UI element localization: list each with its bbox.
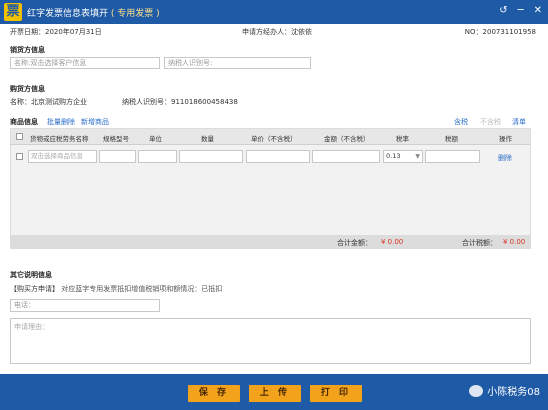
- goods-toolbar: 商品信息 批量删除 新增商品 含税 不含税 清单: [10, 117, 536, 127]
- col-action: 操作: [499, 135, 512, 143]
- col-name: 货物或应税劳务名称: [30, 135, 89, 143]
- tax-included-toggle[interactable]: 含税: [454, 117, 468, 127]
- goods-table: 货物或应税劳务名称 规格型号 单位 数量 单价（不含税） 金额（不含税） 税率 …: [10, 128, 531, 249]
- action-bar: 保 存 上 传 打 印: [0, 374, 548, 410]
- row-unit-input[interactable]: [138, 150, 177, 163]
- invoice-number: NO：200731101958: [464, 28, 536, 36]
- col-tax-rate: 税率: [396, 135, 409, 143]
- minimize-icon[interactable]: ─: [518, 5, 524, 16]
- applicant-agent: 申请方经办人：沈依依: [242, 28, 312, 36]
- buyer-section-title: 购货方信息: [10, 85, 45, 93]
- row-quantity-input[interactable]: [179, 150, 243, 163]
- chevron-down-icon: ▼: [415, 153, 420, 160]
- seller-tax-id-input[interactable]: 纳税人识别号:: [164, 57, 311, 69]
- watermark-text: 小陈税务08: [487, 387, 540, 398]
- row-amount-input[interactable]: [312, 150, 380, 163]
- window-controls: ↺ ─ ✕: [499, 5, 542, 16]
- seller-name-input[interactable]: 名称:双击选择客户信息: [10, 57, 160, 69]
- other-section-title: 其它说明信息: [10, 271, 52, 279]
- row-checkbox[interactable]: [16, 153, 23, 160]
- title-bar: 票 红字发票信息表填开 ( 专用发票 ) ↺ ─ ✕: [0, 0, 548, 24]
- window-title-main: 红字发票信息表填开: [27, 9, 109, 19]
- select-all-checkbox[interactable]: [16, 133, 23, 140]
- row-unit-price-input[interactable]: [246, 150, 310, 163]
- save-button[interactable]: 保 存: [188, 385, 240, 402]
- invoice-info-line: 开票日期：2020年07月31日 申请方经办人：沈依依 NO：200731101…: [10, 27, 536, 37]
- row-tax-rate-value: 0.13: [386, 152, 401, 160]
- col-unit: 单位: [149, 135, 162, 143]
- buyer-application-note: 【购买方申请】 对应蓝字专用发票抵扣增值税销项和额情况：已抵扣: [10, 284, 222, 294]
- batch-delete-link[interactable]: 批量删除: [47, 117, 75, 127]
- clear-list-link[interactable]: 清单: [512, 117, 526, 127]
- total-tax-label: 合计税额：: [462, 239, 497, 247]
- col-spec: 规格型号: [103, 135, 129, 143]
- app-logo-icon: 票: [4, 3, 22, 21]
- window-title-suffix: ( 专用发票 ): [110, 9, 160, 19]
- note-prefix: 【购买方申请】: [10, 285, 59, 293]
- col-amount: 金额（不含税）: [324, 135, 370, 143]
- wechat-icon: [469, 384, 484, 397]
- phone-input[interactable]: 电话：: [10, 299, 160, 312]
- upload-button[interactable]: 上 传: [249, 385, 301, 402]
- seller-section-title: 销货方信息: [10, 46, 45, 54]
- row-delete-link[interactable]: 删除: [498, 153, 512, 163]
- buyer-tax-id: 纳税人识别号：911018600458438: [122, 98, 238, 106]
- print-button[interactable]: 打 印: [310, 385, 362, 402]
- add-goods-link[interactable]: 新增商品: [81, 117, 109, 127]
- window-title: 红字发票信息表填开 ( 专用发票 ): [27, 6, 160, 19]
- total-amount-label: 合计金额：: [337, 239, 372, 247]
- goods-section-title: 商品信息: [10, 118, 38, 126]
- total-amount-value: ¥ 0.00: [381, 238, 404, 246]
- row-name-input[interactable]: 双击选择商品信息: [28, 150, 97, 163]
- note-text: 对应蓝字专用发票抵扣增值税销项和额情况：已抵扣: [61, 285, 223, 293]
- watermark: 小陈税务08: [469, 383, 540, 398]
- no-tax-toggle[interactable]: 不含税: [480, 117, 501, 127]
- close-icon[interactable]: ✕: [534, 5, 542, 16]
- row-spec-input[interactable]: [99, 150, 136, 163]
- goods-totals: 合计金额： ¥ 0.00 合计税额： ¥ 0.00: [11, 235, 530, 248]
- col-unit-price: 单价（不含税）: [251, 135, 297, 143]
- refresh-icon[interactable]: ↺: [499, 5, 507, 16]
- col-quantity: 数量: [201, 135, 214, 143]
- row-tax-rate-select[interactable]: 0.13 ▼: [383, 150, 423, 163]
- total-tax-value: ¥ 0.00: [503, 238, 526, 246]
- row-tax-input[interactable]: [425, 150, 480, 163]
- col-tax: 税额: [445, 135, 458, 143]
- goods-table-header: 货物或应税劳务名称 规格型号 单位 数量 单价（不含税） 金额（不含税） 税率 …: [11, 129, 530, 145]
- reason-textarea[interactable]: 申请理由：: [10, 318, 531, 364]
- buyer-name: 名称：北京测试购方企业: [10, 98, 87, 106]
- invoice-date: 开票日期：2020年07月31日: [10, 28, 102, 36]
